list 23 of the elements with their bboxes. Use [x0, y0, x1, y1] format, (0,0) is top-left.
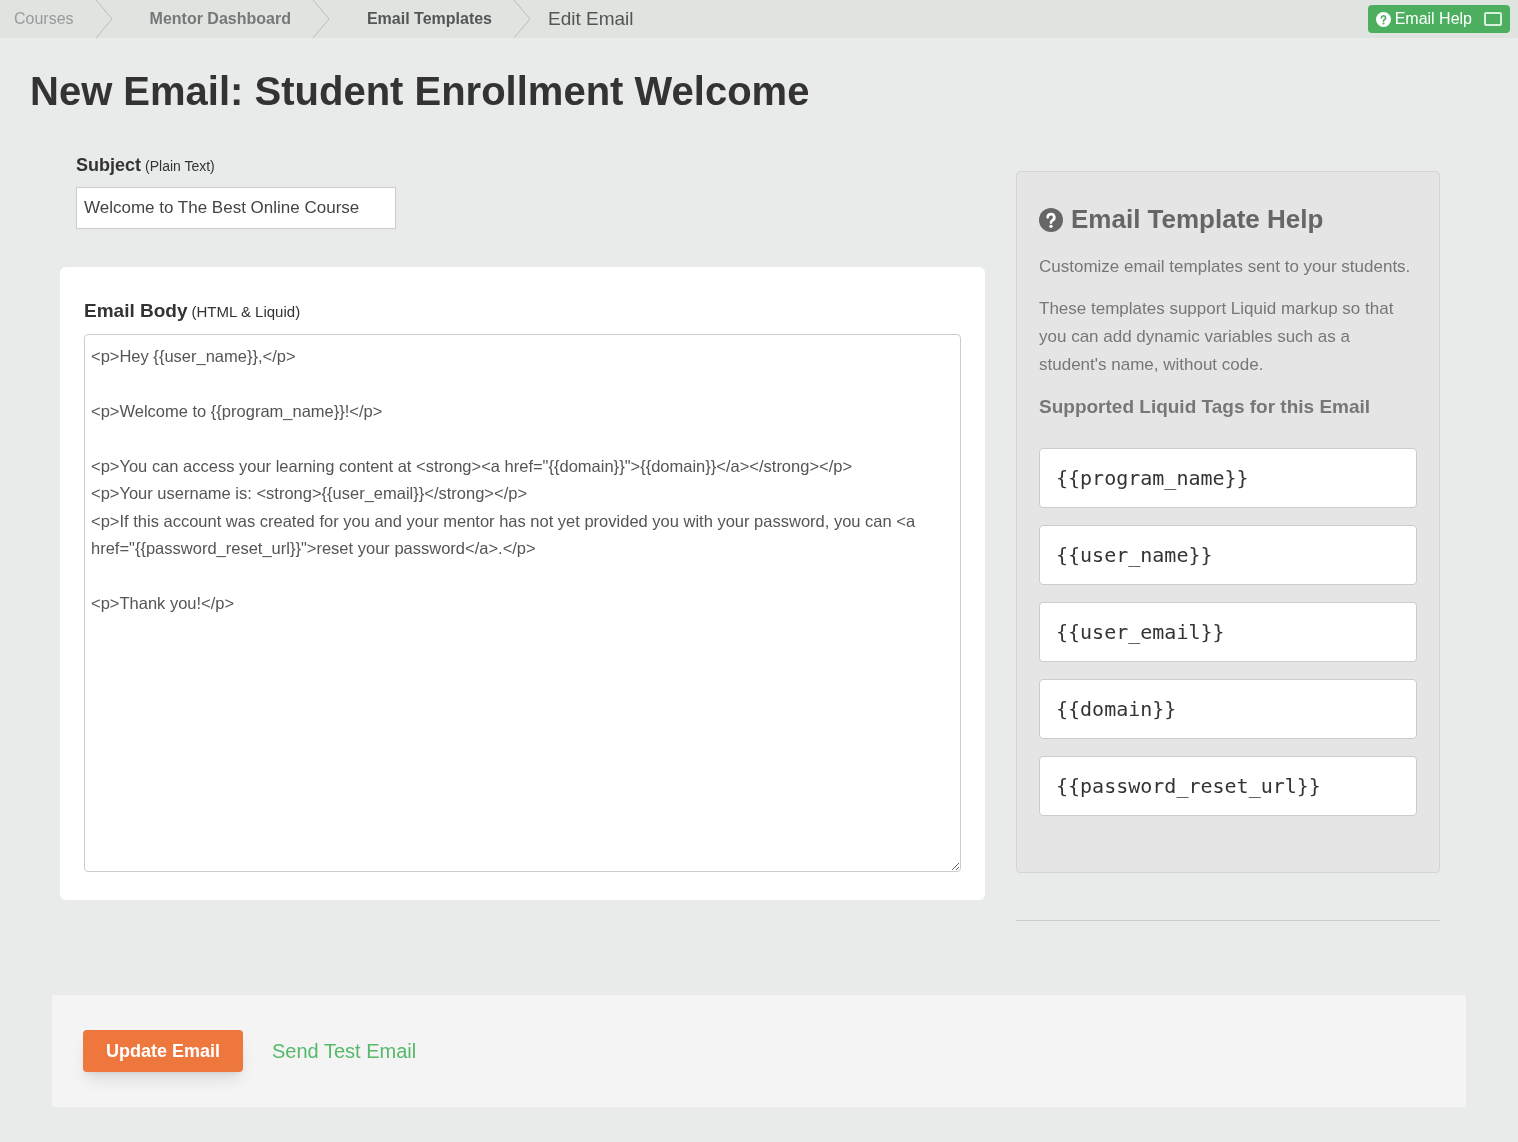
field-label: Subject [76, 154, 141, 177]
breadcrumb-link[interactable]: Mentor Dashboard [113, 7, 311, 31]
subject-field[interactable]: Welcome to The Best Online Course [76, 187, 396, 229]
help-text: These templates support Liquid markup so that you can add dynamic variables such as a student's name, without code. [1039, 298, 1395, 376]
update-email-button[interactable]: Update Email [83, 1030, 244, 1072]
liquid-tag: {{user_name}} [1039, 524, 1417, 585]
liquid-tag: {{user_email}} [1039, 601, 1417, 662]
breadcrumb-link[interactable]: Edit Email [532, 4, 650, 34]
liquid-tag: {{program_name}} [1039, 447, 1417, 508]
page-title: New Email: Student Enrollment Welcome [30, 68, 810, 115]
help-text: Customize email templates sent to your students. [1039, 256, 1412, 278]
liquid-tag: {{password_reset_url}} [1039, 755, 1417, 816]
send-test-email-link[interactable]: Send Test Email [272, 1036, 417, 1066]
tags-heading: Supported Liquid Tags for this Email [1039, 395, 1372, 419]
breadcrumb-link[interactable]: Courses [0, 7, 94, 31]
field-hint: (HTML & Liquid) [191, 302, 301, 322]
liquid-tag: {{domain}} [1039, 678, 1417, 739]
field-hint: (Plain Text) [145, 157, 215, 176]
panel-title: Email Template Help [1071, 203, 1324, 236]
email-help-button[interactable]: Email Help [1367, 5, 1510, 33]
breadcrumb-link[interactable]: Email Templates [330, 7, 512, 31]
email-body-field[interactable]: <p>Hey {{user_name}},</p> <p>Welcome to {{program_name}}!</p> <p>You can access your learning content at <strong><a href="{{domain}}">{{domain}}</a></strong></p> <p>Your username is: <strong>{{user_email}}</strong></p> <p>If this account was created for you and your mentor has not yet provided you with your password, you can <a href="{{password_reset_url}}">reset your password</a>.</p> <p>Thank you!</p> [84, 333, 961, 872]
field-label: Email Body [84, 299, 188, 323]
